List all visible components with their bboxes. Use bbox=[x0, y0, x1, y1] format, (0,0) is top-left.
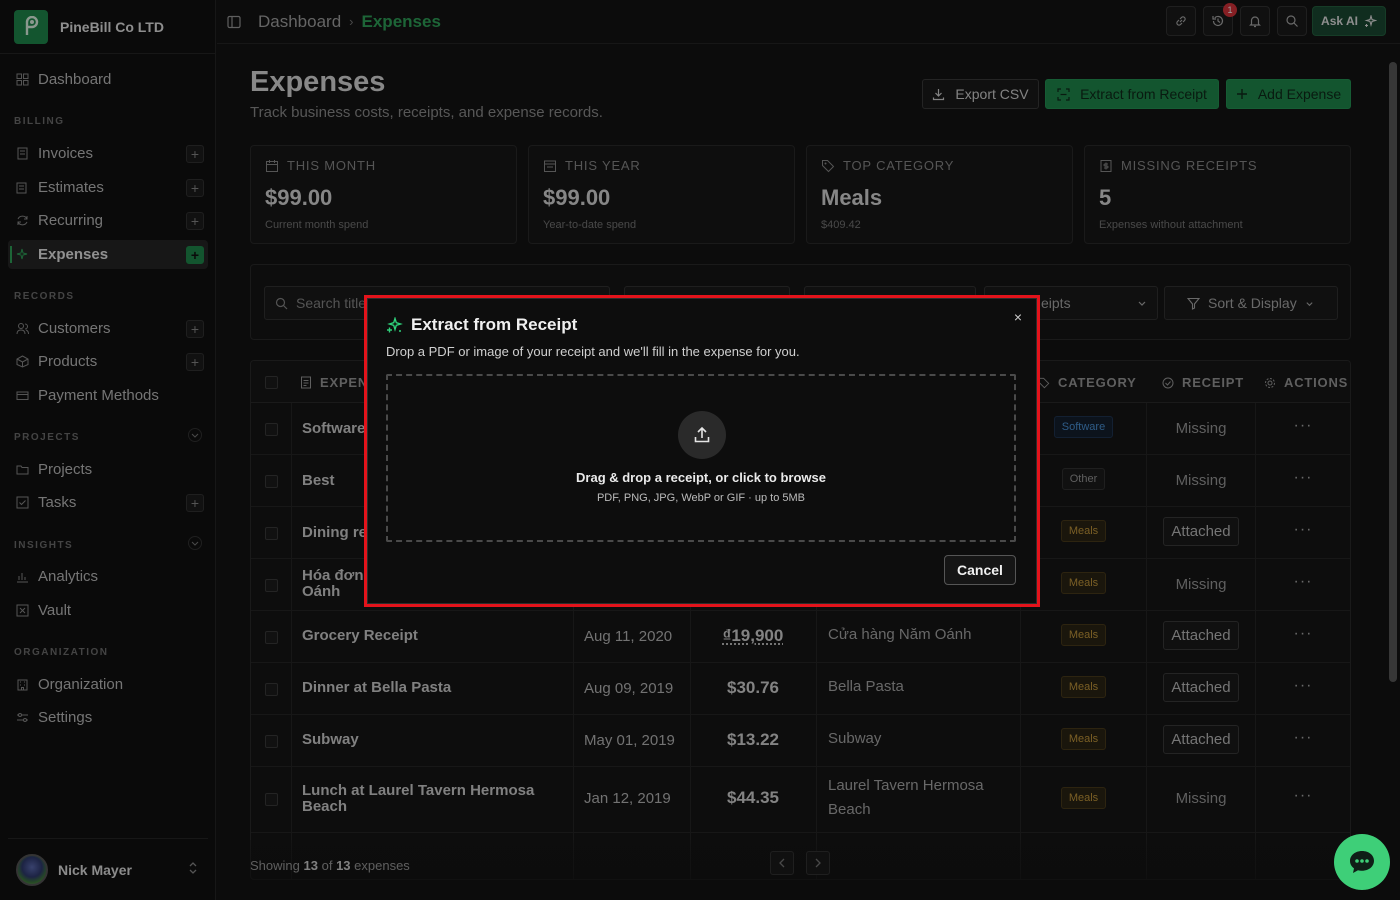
extract-receipt-dialog: Extract from Receipt Drop a PDF or image… bbox=[367, 298, 1037, 604]
dialog-title: Extract from Receipt bbox=[411, 315, 578, 334]
chat-widget-button[interactable] bbox=[1334, 834, 1390, 890]
dropzone-instruction: Drag & drop a receipt, or click to brows… bbox=[576, 470, 826, 485]
dialog-title-row: Extract from Receipt bbox=[386, 315, 577, 335]
upload-icon bbox=[678, 411, 726, 459]
dialog-description: Drop a PDF or image of your receipt and … bbox=[386, 344, 800, 359]
close-button[interactable]: × bbox=[1014, 309, 1022, 325]
dropzone-formats: PDF, PNG, JPG, WebP or GIF · up to 5MB bbox=[596, 492, 806, 504]
app-window: PineBill Co LTD Dashboard BILLING Invoic… bbox=[0, 0, 1400, 900]
receipt-dropzone[interactable]: Drag & drop a receipt, or click to brows… bbox=[386, 374, 1016, 542]
chat-bubble-icon bbox=[1350, 851, 1374, 873]
sparkle-icon bbox=[387, 316, 403, 332]
cancel-button[interactable]: Cancel bbox=[944, 555, 1016, 585]
